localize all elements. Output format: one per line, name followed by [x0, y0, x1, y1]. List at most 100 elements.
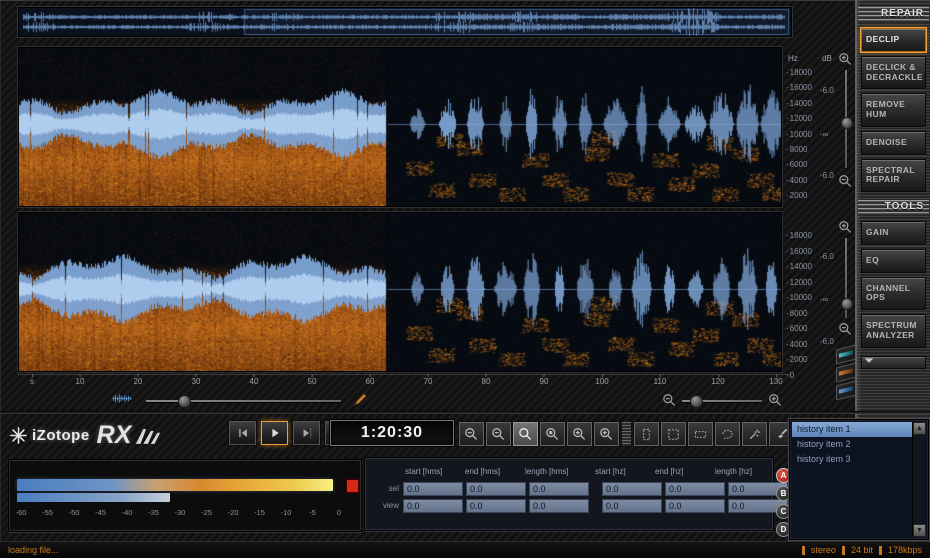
zoom-in-icon[interactable] — [838, 220, 853, 235]
file-info: stereo 24 bit 178kbps — [796, 545, 922, 555]
zoom-out-icon[interactable] — [838, 174, 853, 189]
meter-scale-label: 0 — [337, 508, 341, 517]
divider — [0, 411, 930, 414]
hz-tick-label: 6000 — [786, 324, 807, 333]
tools-button-eq[interactable]: EQ — [861, 249, 926, 273]
zoom-out-icon[interactable] — [838, 322, 853, 337]
tools-button-spectrum-analyzer[interactable]: SPECTRUM ANALYZER — [861, 314, 926, 348]
zoom-out-full-button[interactable] — [486, 422, 511, 446]
history-item[interactable]: history item 2 — [792, 437, 913, 452]
selection-info-table: start [hms]end [hms]length [hms]start [h… — [364, 457, 774, 531]
horizontal-zoom-controls — [18, 392, 790, 410]
hz-tick-label: 14000 — [786, 99, 812, 108]
collapse-panel-button[interactable] — [861, 356, 926, 369]
play-button[interactable] — [261, 421, 288, 445]
zoom-to-selection-button[interactable] — [540, 422, 565, 446]
db-tick-label: -∞ — [820, 130, 828, 139]
ruler-tick-label: 120 — [711, 377, 724, 386]
repair-section-header: REPAIR — [858, 7, 929, 22]
status-bar: loading file... stereo24 bit178kbps — [0, 541, 930, 558]
scroll-down-button[interactable]: ▼ — [913, 524, 926, 537]
column-header: length [hms] — [523, 467, 580, 476]
status-item: 24 bit — [851, 545, 873, 555]
zoom-out-icon[interactable] — [662, 393, 677, 408]
db-tick-label: -6.0 — [820, 252, 834, 261]
repair-button-declick-decrackle[interactable]: DECLICK & DECRACKLE — [861, 56, 926, 90]
vertical-zoom-slider[interactable] — [845, 238, 847, 318]
meter-scale-label: -35 — [148, 508, 159, 517]
waveform-overview[interactable] — [18, 7, 792, 37]
time-display: 1:20:30 — [330, 420, 454, 446]
spectrogram-left-channel[interactable] — [18, 47, 782, 207]
level-meter-panel: -60-55-50-45-40-35-30-25-20-15-10-50 — [8, 459, 362, 532]
hz-tick-label: 14000 — [786, 262, 812, 271]
repair-button-spectral-repair[interactable]: SPECTRAL REPAIR — [861, 159, 926, 193]
vertical-zoom-slider[interactable] — [845, 70, 847, 168]
history-panel: history item 1history item 2history item… — [789, 419, 929, 540]
zoom-in-icon[interactable] — [838, 52, 853, 67]
ruler-tick-label: 70 — [424, 377, 433, 386]
vertical-zoom-thumb[interactable] — [841, 117, 853, 129]
frequency-selection-tool[interactable] — [688, 422, 713, 446]
lasso-selection-tool[interactable] — [715, 422, 740, 446]
view-preset-blend-button[interactable] — [836, 363, 856, 383]
status-separator — [842, 546, 845, 555]
ruler-unit-label: s — [30, 377, 34, 386]
ruler-tick-label: 50 — [308, 377, 317, 386]
db-axis-label: dB — [822, 54, 832, 63]
table-cell[interactable]: 0.0 — [665, 499, 725, 513]
view-preset-waveform-button[interactable] — [836, 381, 856, 401]
view-preset-spectrogram-button[interactable] — [836, 345, 856, 365]
table-cell[interactable]: 0.0 — [403, 482, 463, 496]
magic-wand-tool[interactable] — [742, 422, 767, 446]
horizontal-zoom-thumb[interactable] — [690, 395, 703, 408]
table-cell[interactable]: 0.0 — [466, 499, 526, 513]
table-cell[interactable]: 0.0 — [529, 482, 589, 496]
history-scrollbar[interactable]: ▲ ▼ — [912, 422, 926, 537]
meter-scale-label: -50 — [69, 508, 80, 517]
product-text: RX — [97, 421, 132, 450]
db-tick-label: -6.0 — [820, 86, 834, 95]
ruler-tick-label: 130 — [769, 377, 782, 386]
history-item[interactable]: history item 3 — [792, 452, 913, 467]
zoom-in-time-button[interactable] — [567, 422, 592, 446]
ruler-tick-label: 110 — [654, 377, 667, 386]
status-item: 178kbps — [888, 545, 922, 555]
status-item: stereo — [811, 545, 836, 555]
zoom-out-time-button[interactable] — [459, 422, 484, 446]
table-cell[interactable]: 0.0 — [602, 499, 662, 513]
column-header: start [hms] — [403, 467, 460, 476]
meter-scale-label: -5 — [309, 508, 316, 517]
zoom-selection-button[interactable] — [513, 422, 538, 446]
spectrogram-right-channel[interactable] — [18, 212, 782, 372]
table-cell[interactable]: 0.0 — [403, 499, 463, 513]
go-to-start-button[interactable] — [229, 421, 256, 445]
scroll-up-button[interactable]: ▲ — [913, 422, 926, 435]
table-cell[interactable]: 0.0 — [665, 482, 725, 496]
repair-button-remove-hum[interactable]: REMOVE HUM — [861, 93, 926, 127]
hz-tick-label: 4000 — [786, 340, 807, 349]
chevron-down-icon — [862, 357, 925, 364]
time-selection-tool[interactable] — [634, 422, 659, 446]
column-header: end [hz] — [653, 467, 710, 476]
rectangle-selection-tool[interactable] — [661, 422, 686, 446]
zoom-in-icon[interactable] — [768, 393, 783, 408]
tools-button-channel-ops[interactable]: CHANNEL OPS — [861, 277, 926, 311]
table-cell[interactable]: 0.0 — [466, 482, 526, 496]
zoom-in-full-button[interactable] — [594, 422, 619, 446]
repair-button-declip[interactable]: DECLIP — [861, 28, 926, 52]
hz-tick-label: 8000 — [786, 145, 807, 154]
clip-indicator[interactable] — [346, 479, 359, 493]
horizontal-zoom-slider[interactable] — [682, 400, 762, 402]
tools-button-gain[interactable]: GAIN — [861, 221, 926, 245]
time-ruler: s102030405060708090100110120130 — [18, 374, 790, 389]
repair-button-denoise[interactable]: DENOISE — [861, 131, 926, 155]
tools-section-header: TOOLS — [858, 200, 929, 215]
table-cell[interactable]: 0.0 — [602, 482, 662, 496]
level-meter-left — [17, 479, 333, 491]
table-cell[interactable]: 0.0 — [529, 499, 589, 513]
play-selection-button[interactable] — [293, 421, 320, 445]
vertical-zoom-thumb[interactable] — [841, 298, 853, 310]
history-item[interactable]: history item 1 — [792, 422, 913, 437]
hz-tick-label: 2000 — [786, 191, 807, 200]
